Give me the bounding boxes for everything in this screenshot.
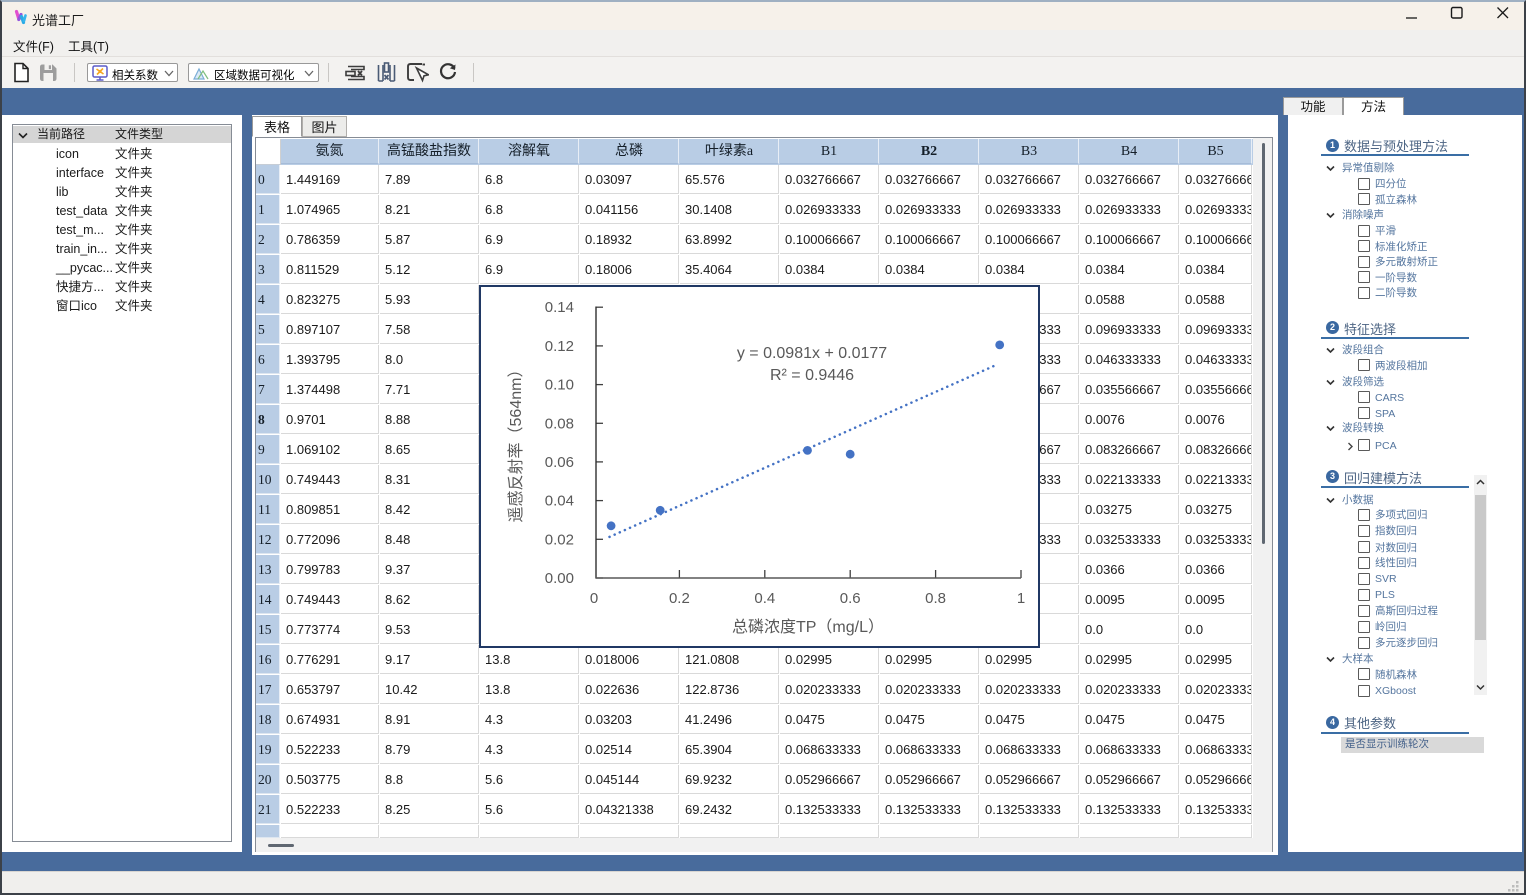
svg-text:1: 1 <box>1017 590 1025 607</box>
svg-text:0.02: 0.02 <box>545 531 574 548</box>
svg-text:0.14: 0.14 <box>545 299 574 316</box>
svg-text:0.8: 0.8 <box>925 590 946 607</box>
svg-text:0.00: 0.00 <box>545 570 574 587</box>
svg-text:总磷浓度TP（mg/L）: 总磷浓度TP（mg/L） <box>732 618 884 636</box>
svg-text:0.2: 0.2 <box>669 590 690 607</box>
svg-text:0.4: 0.4 <box>754 590 775 607</box>
svg-text:0.10: 0.10 <box>545 377 574 394</box>
svg-text:0.06: 0.06 <box>545 454 574 471</box>
svg-text:0.12: 0.12 <box>545 338 574 355</box>
svg-text:0.04: 0.04 <box>545 493 574 510</box>
svg-text:遥感反射率（564nm）: 遥感反射率（564nm） <box>507 362 525 523</box>
svg-text:R² = 0.9446: R² = 0.9446 <box>770 367 854 384</box>
svg-text:y = 0.0981x + 0.0177: y = 0.0981x + 0.0177 <box>737 345 887 362</box>
svg-text:0.08: 0.08 <box>545 415 574 432</box>
svg-text:0.6: 0.6 <box>840 590 861 607</box>
svg-text:0: 0 <box>590 590 598 607</box>
